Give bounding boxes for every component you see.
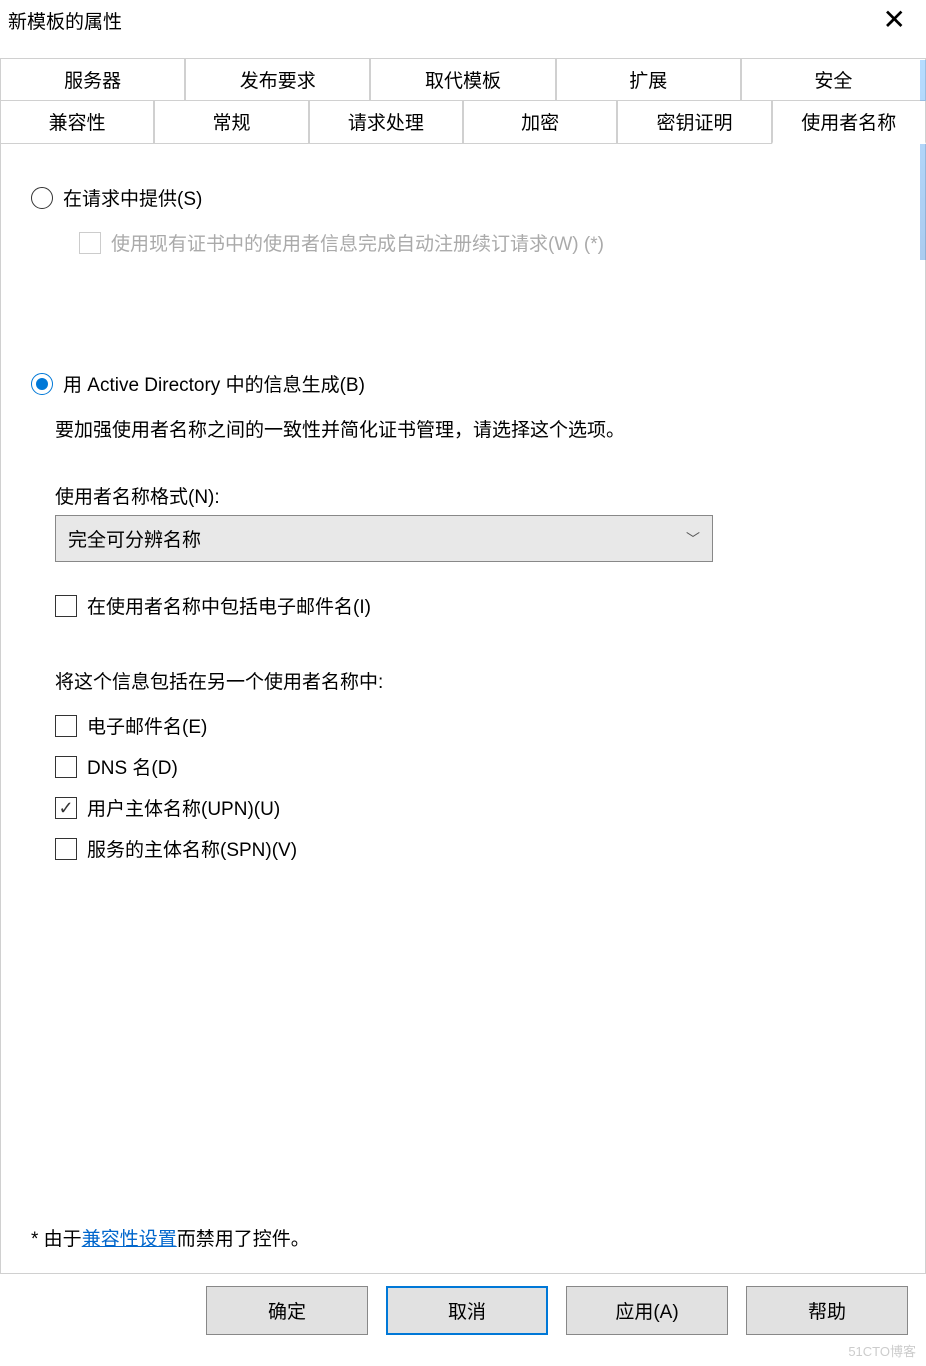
footer-prefix: * 由于: [31, 1229, 82, 1250]
tab-row-1: 服务器 发布要求 取代模板 扩展 安全: [0, 58, 926, 101]
tab-compatibility[interactable]: 兼容性: [0, 101, 154, 143]
compatibility-settings-link[interactable]: 兼容性设置: [82, 1229, 177, 1250]
tab-key-attestation[interactable]: 密钥证明: [617, 101, 771, 143]
watermark: 51CTO博客: [848, 1341, 916, 1360]
dns-row: DNS 名(D): [55, 753, 895, 780]
help-button[interactable]: 帮助: [746, 1286, 908, 1335]
checkbox-email-label: 电子邮件名(E): [87, 712, 207, 739]
apply-button[interactable]: 应用(A): [566, 1286, 728, 1335]
checkbox-upn-label: 用户主体名称(UPN)(U): [87, 794, 280, 821]
radio-build-from-ad[interactable]: [31, 373, 53, 395]
tab-content: 在请求中提供(S) 使用现有证书中的使用者信息完成自动注册续订请求(W) (*)…: [0, 144, 926, 1274]
tab-row-2: 兼容性 常规 请求处理 加密 密钥证明 使用者名称: [0, 101, 926, 144]
email-in-subject-row: 在使用者名称中包括电子邮件名(I): [55, 592, 895, 619]
spn-row: 服务的主体名称(SPN)(V): [55, 835, 895, 862]
checkbox-dns[interactable]: [55, 756, 77, 778]
footer-suffix: 而禁用了控件。: [177, 1229, 310, 1250]
ok-button[interactable]: 确定: [206, 1286, 368, 1335]
email-row: 电子邮件名(E): [55, 712, 895, 739]
tab-general[interactable]: 常规: [154, 101, 308, 143]
tab-extensions[interactable]: 扩展: [556, 58, 741, 101]
cancel-button[interactable]: 取消: [386, 1286, 548, 1335]
radio-ad-label: 用 Active Directory 中的信息生成(B): [63, 370, 365, 397]
autoenroll-row: 使用现有证书中的使用者信息完成自动注册续订请求(W) (*): [79, 229, 895, 256]
tab-subject-name[interactable]: 使用者名称: [772, 101, 926, 144]
tab-cryptography[interactable]: 加密: [463, 101, 617, 143]
tab-superseded[interactable]: 取代模板: [370, 58, 555, 101]
checkbox-autoenroll-label: 使用现有证书中的使用者信息完成自动注册续订请求(W) (*): [111, 229, 604, 256]
footer-note: * 由于兼容性设置而禁用了控件。: [31, 1224, 310, 1251]
format-label: 使用者名称格式(N):: [55, 482, 895, 509]
chevron-down-icon: ﹀: [686, 529, 700, 549]
tab-request-handling[interactable]: 请求处理: [309, 101, 463, 143]
tab-server[interactable]: 服务器: [0, 58, 185, 101]
subject-name-format-select[interactable]: 完全可分辨名称 ﹀: [55, 515, 713, 562]
radio-supply-label: 在请求中提供(S): [63, 184, 202, 211]
close-icon[interactable]: ✕: [875, 6, 914, 34]
checkbox-email-in-subject[interactable]: [55, 595, 77, 617]
dialog-window: 新模板的属性 ✕ 服务器 发布要求 取代模板 扩展 安全 兼容性 常规 请求处理…: [0, 0, 926, 1366]
ad-description: 要加强使用者名称之间的一致性并简化证书管理，请选择这个选项。: [55, 415, 895, 442]
radio-supply-row: 在请求中提供(S): [31, 184, 895, 211]
checkbox-email-in-subject-label: 在使用者名称中包括电子邮件名(I): [87, 592, 371, 619]
checkbox-dns-label: DNS 名(D): [87, 753, 178, 780]
radio-ad-row: 用 Active Directory 中的信息生成(B): [31, 370, 895, 397]
upn-row: 用户主体名称(UPN)(U): [55, 794, 895, 821]
radio-supply-in-request[interactable]: [31, 187, 53, 209]
checkbox-autoenroll: [79, 232, 101, 254]
window-title: 新模板的属性: [8, 7, 122, 34]
tabs-container: 服务器 发布要求 取代模板 扩展 安全 兼容性 常规 请求处理 加密 密钥证明 …: [0, 58, 926, 144]
tab-issuance[interactable]: 发布要求: [185, 58, 370, 101]
alt-subject-label: 将这个信息包括在另一个使用者名称中:: [55, 667, 895, 694]
checkbox-spn-label: 服务的主体名称(SPN)(V): [87, 835, 297, 862]
checkbox-email[interactable]: [55, 715, 77, 737]
button-row: 确定 取消 应用(A) 帮助: [0, 1274, 926, 1335]
checkbox-spn[interactable]: [55, 838, 77, 860]
ad-section: 要加强使用者名称之间的一致性并简化证书管理，请选择这个选项。 使用者名称格式(N…: [55, 415, 895, 862]
titlebar: 新模板的属性 ✕: [0, 0, 926, 44]
select-value: 完全可分辨名称: [68, 525, 201, 552]
tab-security[interactable]: 安全: [741, 58, 926, 101]
checkbox-upn[interactable]: [55, 797, 77, 819]
